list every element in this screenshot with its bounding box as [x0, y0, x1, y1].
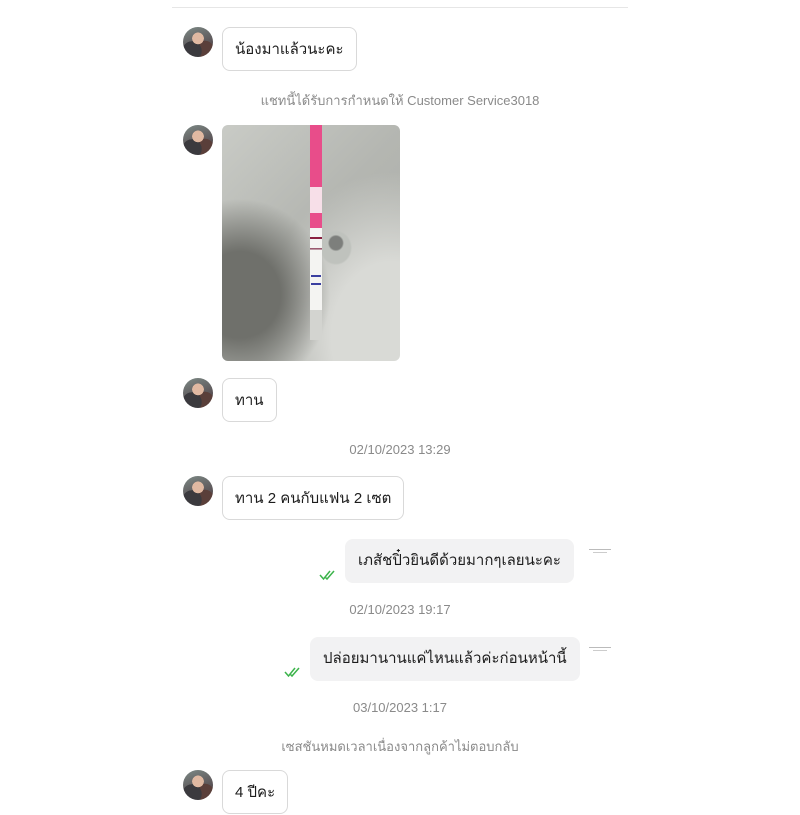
customer-photo-message[interactable]	[222, 125, 400, 361]
message-text: น้องมาแล้วนะคะ	[235, 41, 344, 58]
message-text: ทาน	[235, 392, 264, 409]
pregnancy-test-photo	[310, 125, 322, 340]
strip-blue-mark	[311, 283, 321, 285]
control-line	[310, 237, 322, 239]
shop-logo-icon	[588, 646, 612, 658]
timestamp: 03/10/2023 1:17	[353, 700, 447, 715]
chat-top-divider	[172, 7, 628, 8]
customer-avatar[interactable]	[183, 27, 213, 57]
strip-absorbent-tip	[310, 310, 322, 340]
agent-message-bubble: เภสัชปิ๋วยินดีด้วยมากๆเลยนะคะ	[345, 539, 574, 583]
message-text: ทาน 2 คนกับแฟน 2 เซต	[235, 490, 392, 507]
customer-message-bubble: 4 ปีคะ	[222, 770, 289, 814]
system-message-timeout: เซสชันหมดเวลาเนื่องจากลูกค้าไม่ตอบกลับ	[281, 739, 519, 754]
test-strip-pink-handle	[310, 125, 322, 187]
test-strip-pink-section	[310, 213, 322, 228]
double-check-icon	[319, 570, 335, 581]
agent-message-bubble: ปล่อยมานานแค่ไหนแล้วค่ะก่อนหน้านี้	[310, 637, 580, 681]
timestamp: 02/10/2023 19:17	[349, 602, 451, 617]
double-check-icon	[284, 667, 300, 678]
customer-message-bubble: ทาน 2 คนกับแฟน 2 เซต	[222, 476, 405, 520]
customer-avatar[interactable]	[183, 770, 213, 800]
test-line	[310, 248, 322, 250]
strip-blue-mark	[311, 275, 321, 277]
shop-logo-icon	[588, 548, 612, 560]
customer-message-bubble: ทาน	[222, 378, 277, 422]
timestamp: 02/10/2023 13:29	[349, 442, 451, 457]
message-text: เภสัชปิ๋วยินดีด้วยมากๆเลยนะคะ	[358, 552, 561, 569]
customer-avatar[interactable]	[183, 476, 213, 506]
customer-avatar[interactable]	[183, 125, 213, 155]
message-text: 4 ปีคะ	[235, 784, 276, 801]
customer-message-bubble: น้องมาแล้วนะคะ	[222, 27, 357, 71]
customer-avatar[interactable]	[183, 378, 213, 408]
system-message-assigned: แชทนี้ได้รับการกำหนดให้ Customer Service…	[260, 93, 540, 108]
message-text: ปล่อยมานานแค่ไหนแล้วค่ะก่อนหน้านี้	[323, 650, 567, 667]
test-strip-label	[310, 187, 322, 213]
